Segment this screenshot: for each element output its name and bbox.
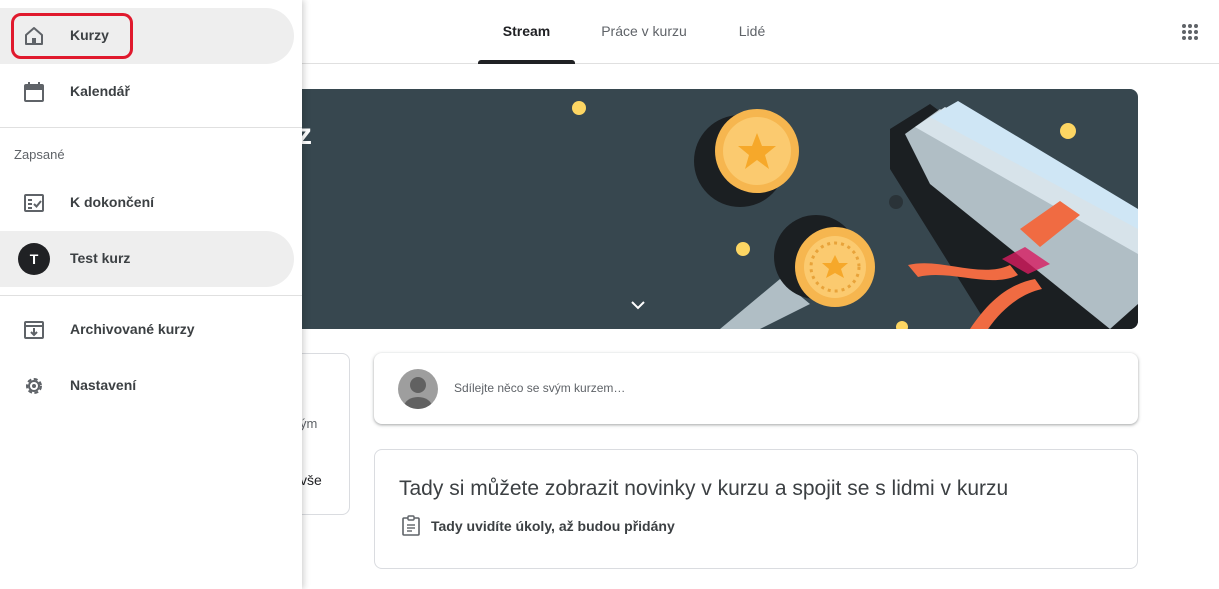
gear-icon: [22, 374, 46, 398]
user-avatar: [398, 369, 438, 409]
course-banner: [290, 89, 1138, 329]
empty-stream-subtext: Tady uvidíte úkoly, až budou přidány: [431, 518, 675, 534]
calendar-icon: [22, 80, 46, 104]
drawer-item-label: K dokončení: [70, 194, 155, 210]
drawer-divider: [0, 295, 302, 296]
highlight-annotation: [11, 13, 133, 59]
drawer-item-test-course[interactable]: T Test kurz: [0, 231, 294, 287]
share-placeholder: Sdílejte něco se svým kurzem…: [454, 381, 626, 395]
assignment-icon: [401, 515, 421, 537]
expand-chevron-button[interactable]: [627, 294, 649, 316]
view-all-link[interactable]: vše: [300, 472, 322, 488]
archive-icon: [22, 318, 46, 342]
todo-list-icon: [22, 191, 46, 215]
classroom-page: Stream Práce v kurzu Lidé z ým vše Sdíle…: [0, 0, 1219, 589]
share-announcement-box[interactable]: Sdílejte něco se svým kurzem…: [374, 353, 1138, 424]
banner-illustration: [572, 101, 1138, 329]
drawer-item-calendar[interactable]: Kalendář: [0, 64, 294, 120]
drawer-item-settings[interactable]: Nastavení: [0, 358, 294, 414]
drawer-item-todo[interactable]: K dokončení: [0, 175, 294, 231]
active-tab-indicator: [478, 60, 575, 64]
drawer-item-archived[interactable]: Archivované kurzy: [0, 302, 294, 358]
drawer-item-label: Kalendář: [70, 83, 130, 99]
upcoming-text-fragment: ým: [300, 416, 318, 431]
drawer-divider: [0, 127, 302, 128]
drawer-item-label: Archivované kurzy: [70, 321, 195, 337]
drawer-item-label: Test kurz: [70, 250, 131, 266]
tab-stream[interactable]: Stream: [478, 0, 575, 64]
chevron-down-icon: [631, 301, 645, 310]
stream-empty-card: Tady si můžete zobrazit novinky v kurzu …: [374, 449, 1138, 569]
tab-classwork[interactable]: Práce v kurzu: [588, 0, 700, 64]
apps-grid-button[interactable]: [1176, 18, 1204, 46]
enrolled-section-label: Zapsané: [14, 147, 65, 162]
empty-stream-heading: Tady si můžete zobrazit novinky v kurzu …: [399, 477, 1009, 500]
drawer-item-label: Nastavení: [70, 377, 137, 393]
person-icon: [404, 377, 432, 409]
apps-grid-icon: [1182, 24, 1198, 40]
tab-people[interactable]: Lidé: [726, 0, 778, 64]
navigation-drawer: Kurzy Kalendář Zapsané K dokončení T Tes…: [0, 0, 302, 589]
course-avatar: T: [18, 243, 50, 275]
